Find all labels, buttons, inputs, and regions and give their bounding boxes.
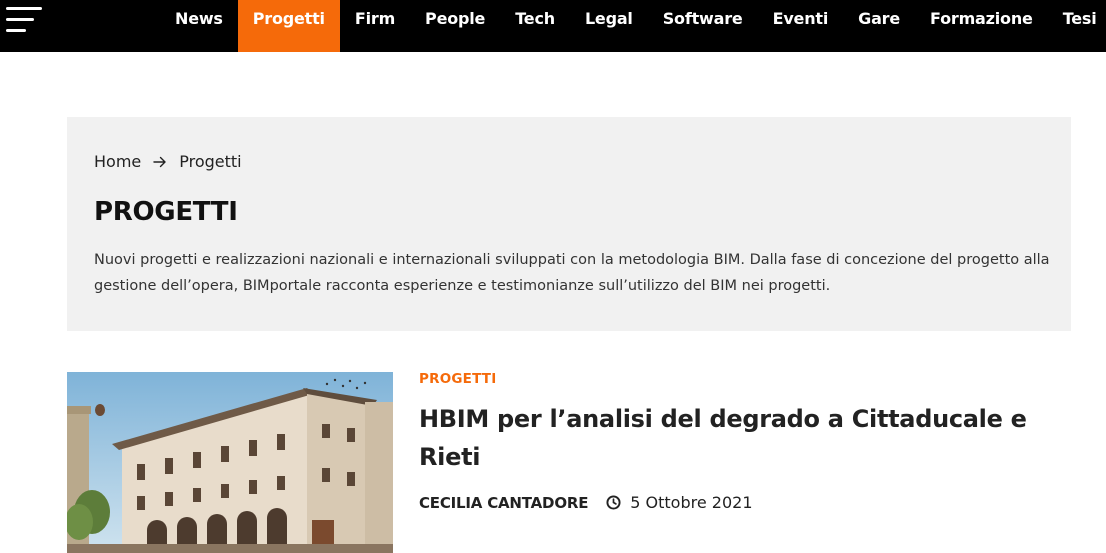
arrow-right-icon [153, 156, 167, 168]
nav-item-formazione[interactable]: Formazione [915, 0, 1048, 52]
nav-item-people[interactable]: People [410, 0, 500, 52]
building-illustration [67, 372, 393, 553]
category-header-panel: Home Progetti PROGETTI Nuovi progetti e … [67, 117, 1071, 331]
article-date: 5 Ottobre 2021 [630, 493, 753, 512]
page-title: PROGETTI [94, 197, 238, 227]
page-description: Nuovi progetti e realizzazioni nazionali… [94, 252, 1050, 294]
article-title-link[interactable]: HBIM per l’analisi del degrado a Cittadu… [419, 400, 1059, 476]
breadcrumb-home-link[interactable]: Home [94, 152, 141, 171]
breadcrumb: Home Progetti [94, 152, 242, 171]
nav-item-software[interactable]: Software [648, 0, 758, 52]
nav-item-firm[interactable]: Firm [340, 0, 410, 52]
clock-icon [606, 495, 621, 510]
main-nav: News Progetti Firm People Tech Legal Sof… [160, 0, 1106, 52]
top-navigation-bar: News Progetti Firm People Tech Legal Sof… [0, 0, 1106, 52]
nav-item-gare[interactable]: Gare [843, 0, 915, 52]
nav-item-tech[interactable]: Tech [500, 0, 570, 52]
article-meta: CECILIA CANTADORE 5 Ottobre 2021 [419, 493, 753, 512]
article-author-link[interactable]: CECILIA CANTADORE [419, 494, 588, 512]
nav-item-progetti[interactable]: Progetti [237, 0, 340, 52]
nav-item-news[interactable]: News [160, 0, 238, 52]
nav-item-legal[interactable]: Legal [570, 0, 648, 52]
hamburger-icon[interactable] [6, 7, 42, 33]
article-thumbnail[interactable] [67, 372, 393, 553]
nav-item-tesi[interactable]: Tesi [1048, 0, 1106, 52]
nav-item-eventi[interactable]: Eventi [758, 0, 844, 52]
article-category-link[interactable]: PROGETTI [419, 371, 496, 387]
breadcrumb-current: Progetti [179, 152, 242, 171]
